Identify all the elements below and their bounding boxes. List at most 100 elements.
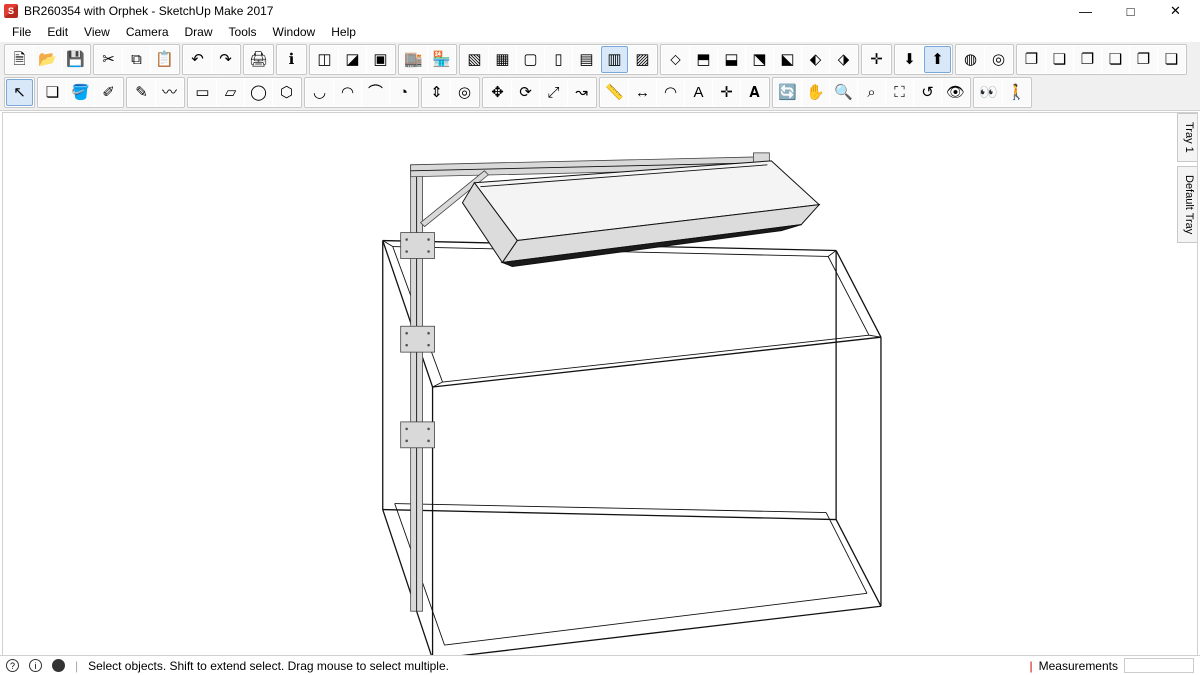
zoom-win-icon[interactable]: ⌕: [858, 79, 885, 106]
bottom-icon[interactable]: ⬗: [830, 46, 857, 73]
axes-icon[interactable]: ✛: [863, 46, 890, 73]
shaded-icon[interactable]: ▧: [461, 46, 488, 73]
pushpull-icon[interactable]: ⇕: [423, 79, 450, 106]
measurements-input[interactable]: [1124, 658, 1194, 673]
rot-rect-icon[interactable]: ▱: [217, 79, 244, 106]
xray-icon[interactable]: ▥: [601, 46, 628, 73]
left-icon[interactable]: ⬖: [802, 46, 829, 73]
poly-icon[interactable]: ⬡: [273, 79, 300, 106]
menu-draw[interactable]: Draw: [177, 23, 221, 41]
3dtext-icon[interactable]: 𝐀: [741, 79, 768, 106]
toolbar-row-1: 🗎📂💾✂⧉📋↶↷🖨ℹ◫◪▣🏬🏪▧▦▢▯▤▥▨⬦⬒⬓⬔⬕⬖⬗✛⬇⬆◍◎❐❏❐❏❐❏: [4, 44, 1196, 75]
close-button[interactable]: ✕: [1153, 1, 1198, 21]
status-credit-icon[interactable]: i: [29, 659, 42, 672]
arc2-icon[interactable]: ◠: [334, 79, 361, 106]
menu-tools[interactable]: Tools: [221, 23, 265, 41]
open-icon[interactable]: 📂: [34, 46, 61, 73]
tape-icon[interactable]: 📏: [601, 79, 628, 106]
intersect-icon[interactable]: ❏: [1046, 46, 1073, 73]
menu-window[interactable]: Window: [265, 23, 324, 41]
menu-edit[interactable]: Edit: [39, 23, 76, 41]
new-icon[interactable]: 🗎: [6, 46, 33, 73]
style-c-icon[interactable]: ▣: [367, 46, 394, 73]
arc3-icon[interactable]: ⌒: [362, 79, 389, 106]
rotate-icon[interactable]: ⟳: [512, 79, 539, 106]
right-icon[interactable]: ⬔: [746, 46, 773, 73]
style-a-icon[interactable]: ◫: [311, 46, 338, 73]
undo-icon[interactable]: ↶: [184, 46, 211, 73]
style-b-icon[interactable]: ◪: [339, 46, 366, 73]
print-icon[interactable]: 🖨: [245, 46, 272, 73]
walk-icon[interactable]: 🚶: [1003, 79, 1030, 106]
make-comp-icon[interactable]: ❏: [39, 79, 66, 106]
freehand-icon[interactable]: 〰: [156, 79, 183, 106]
hidden-line-icon[interactable]: ▢: [517, 46, 544, 73]
status-geo-icon[interactable]: ?: [6, 659, 19, 672]
zoom-icon[interactable]: 🔍: [830, 79, 857, 106]
wire-icon[interactable]: ▯: [545, 46, 572, 73]
status-bar: ? i | Select objects. Shift to extend se…: [0, 655, 1200, 675]
iso-icon[interactable]: ⬦: [662, 46, 689, 73]
menu-file[interactable]: File: [4, 23, 39, 41]
warehouse-icon[interactable]: 🏬: [400, 46, 427, 73]
maximize-button[interactable]: □: [1108, 1, 1153, 21]
measurements-label: Measurements: [1039, 659, 1118, 673]
outer-shell-icon[interactable]: ❐: [1018, 46, 1045, 73]
3dw-get-icon[interactable]: ⬇: [896, 46, 923, 73]
app-icon: S: [4, 4, 18, 18]
select-icon[interactable]: ↖: [6, 79, 33, 106]
cut-icon[interactable]: ✂: [95, 46, 122, 73]
move-icon[interactable]: ✥: [484, 79, 511, 106]
mono-icon[interactable]: ▤: [573, 46, 600, 73]
prev-view-icon[interactable]: ↺: [914, 79, 941, 106]
circle-icon[interactable]: ◯: [245, 79, 272, 106]
back-icon[interactable]: ⬕: [774, 46, 801, 73]
minimize-button[interactable]: —: [1063, 1, 1108, 21]
model-info-icon[interactable]: ℹ: [278, 46, 305, 73]
3dw-share-icon[interactable]: ⬆: [924, 46, 951, 73]
union-icon[interactable]: ❐: [1074, 46, 1101, 73]
zoom-ext-icon[interactable]: ⛶: [886, 79, 913, 106]
paint-icon[interactable]: 🪣: [67, 79, 94, 106]
orbit-icon[interactable]: 🔄: [774, 79, 801, 106]
redo-icon[interactable]: ↷: [212, 46, 239, 73]
status-user-icon[interactable]: [52, 659, 65, 672]
rect-icon[interactable]: ▭: [189, 79, 216, 106]
title-bar: S BR260354 with Orphek - SketchUp Make 2…: [0, 0, 1200, 22]
pie-icon[interactable]: ◔: [390, 79, 417, 106]
paste-icon[interactable]: 📋: [151, 46, 178, 73]
pan-icon[interactable]: ✋: [802, 79, 829, 106]
followme-icon[interactable]: ↝: [568, 79, 595, 106]
eraser-icon[interactable]: ✐: [95, 79, 122, 106]
menu-help[interactable]: Help: [323, 23, 364, 41]
look-icon[interactable]: 👀: [975, 79, 1002, 106]
position-cam-icon[interactable]: 👁: [942, 79, 969, 106]
offset-icon[interactable]: ◎: [451, 79, 478, 106]
top-icon[interactable]: ⬒: [690, 46, 717, 73]
save-icon[interactable]: 💾: [62, 46, 89, 73]
solid-a-icon[interactable]: ◍: [957, 46, 984, 73]
model-viewport[interactable]: [3, 113, 1177, 670]
ext-warehouse-icon[interactable]: 🏪: [428, 46, 455, 73]
tray-tab-1[interactable]: Default Tray: [1177, 166, 1197, 243]
split-icon[interactable]: ❏: [1158, 46, 1185, 73]
protractor-icon[interactable]: ◠: [657, 79, 684, 106]
menu-camera[interactable]: Camera: [118, 23, 177, 41]
toolbars: 🗎📂💾✂⧉📋↶↷🖨ℹ◫◪▣🏬🏪▧▦▢▯▤▥▨⬦⬒⬓⬔⬕⬖⬗✛⬇⬆◍◎❐❏❐❏❐❏…: [0, 42, 1200, 111]
text-icon[interactable]: A: [685, 79, 712, 106]
dim-icon[interactable]: ↔: [629, 79, 656, 106]
shaded-tex-icon[interactable]: ▦: [489, 46, 516, 73]
copy-icon[interactable]: ⧉: [123, 46, 150, 73]
front-icon[interactable]: ⬓: [718, 46, 745, 73]
back-edges-icon[interactable]: ▨: [629, 46, 656, 73]
solid-b-icon[interactable]: ◎: [985, 46, 1012, 73]
tray-tab-0[interactable]: Tray 1: [1177, 113, 1197, 162]
menu-view[interactable]: View: [76, 23, 118, 41]
subtract-icon[interactable]: ❏: [1102, 46, 1129, 73]
arc-icon[interactable]: ◡: [306, 79, 333, 106]
window-controls: — □ ✕: [1063, 1, 1198, 21]
axes-tool-icon[interactable]: ✛: [713, 79, 740, 106]
trim-icon[interactable]: ❐: [1130, 46, 1157, 73]
scale-icon[interactable]: ⤢: [540, 79, 567, 106]
pencil-icon[interactable]: ✎: [128, 79, 155, 106]
